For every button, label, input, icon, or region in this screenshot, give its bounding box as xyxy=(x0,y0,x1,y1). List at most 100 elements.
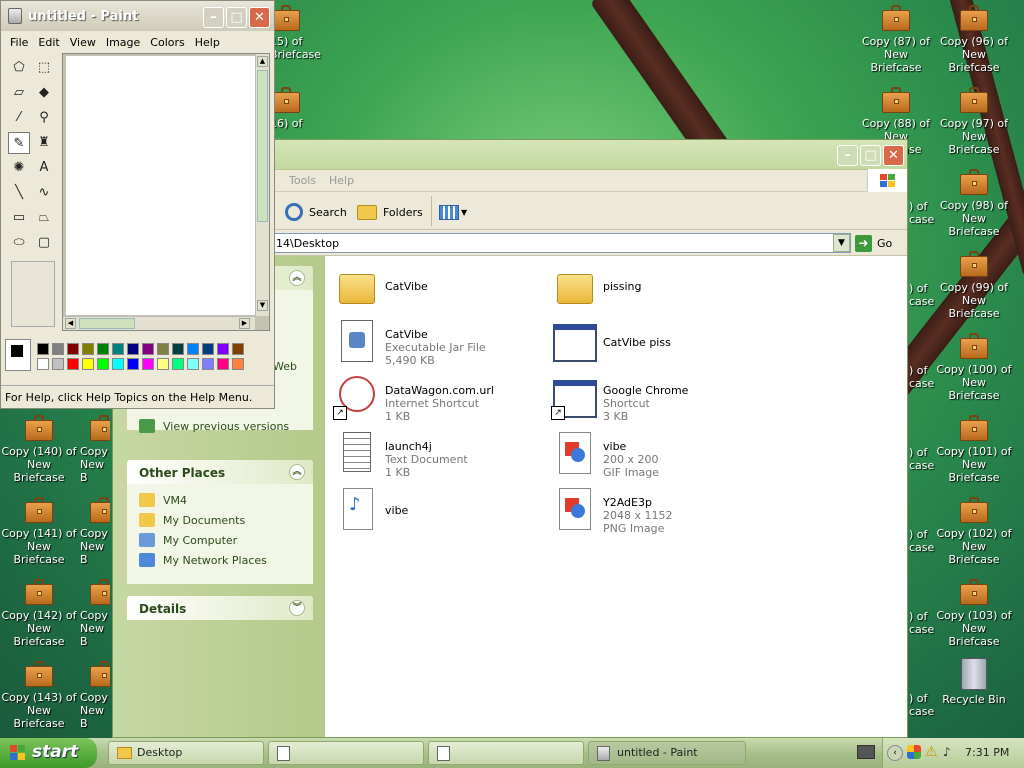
rect-select-icon[interactable]: ⬚ xyxy=(33,57,55,79)
desktop-icon-partial[interactable]: ) of case xyxy=(909,446,935,526)
ellipse-icon[interactable]: ⬭ xyxy=(8,232,30,254)
palette-swatch[interactable] xyxy=(67,358,79,370)
tool-options-box[interactable] xyxy=(11,261,55,327)
magnifier-icon[interactable]: ⚲ xyxy=(33,107,55,129)
clock[interactable]: 7:31 PM xyxy=(965,746,1009,759)
desktop-icon-briefcase[interactable]: Copy (143) of New Briefcase xyxy=(0,656,78,736)
other-places-header[interactable]: Other Places ︽ xyxy=(127,460,313,484)
menu-tools[interactable]: Tools xyxy=(289,174,316,187)
paint-menu-item[interactable]: File xyxy=(5,36,33,49)
other-places-link[interactable]: My Network Places xyxy=(127,550,313,570)
other-places-link[interactable]: VM4 xyxy=(127,490,313,510)
views-button[interactable]: ▼ xyxy=(439,202,469,222)
palette-swatch[interactable] xyxy=(127,343,139,355)
palette-swatch[interactable] xyxy=(172,358,184,370)
menu-help[interactable]: Help xyxy=(329,174,354,187)
eraser-icon[interactable]: ▱ xyxy=(8,82,30,104)
palette-swatch[interactable] xyxy=(232,358,244,370)
palette-swatch[interactable] xyxy=(202,343,214,355)
palette-swatch[interactable] xyxy=(217,343,229,355)
scroll-up-icon[interactable]: ▲ xyxy=(257,56,268,67)
maximize-button[interactable]: □ xyxy=(860,145,881,166)
file-item[interactable]: ↗ DataWagon.com.url Internet Shortcut 1 KB xyxy=(333,374,547,426)
desktop-icon-partial[interactable]: ) of case xyxy=(909,528,935,608)
palette-swatch[interactable] xyxy=(67,343,79,355)
paint-title-bar[interactable]: untitled - Paint – □ ✕ xyxy=(1,1,274,31)
collapse-icon[interactable]: ︽ xyxy=(289,464,305,480)
task-web-link[interactable]: Web xyxy=(273,360,297,373)
pencil-icon[interactable]: ✎ xyxy=(8,132,30,154)
taskbar-button-3[interactable] xyxy=(428,741,584,765)
paint-menu-item[interactable]: Edit xyxy=(33,36,64,49)
desktop-icon-partial[interactable]: 15) of Briefcase xyxy=(270,0,321,80)
rectangle-icon[interactable]: ▭ xyxy=(8,207,30,229)
paint-menu-item[interactable]: Colors xyxy=(145,36,189,49)
palette-swatch[interactable] xyxy=(142,343,154,355)
scroll-down-icon[interactable]: ▼ xyxy=(257,300,268,311)
file-item[interactable]: pissing xyxy=(551,262,765,314)
desktop-icon-partial[interactable]: ) of case xyxy=(909,364,935,444)
palette-swatch[interactable] xyxy=(202,358,214,370)
paint-maximize-button[interactable]: □ xyxy=(226,7,247,28)
search-button[interactable]: Search xyxy=(285,200,347,224)
address-dropdown-icon[interactable]: ▼ xyxy=(833,234,850,252)
close-button[interactable]: ✕ xyxy=(883,145,904,166)
palette-swatch[interactable] xyxy=(172,343,184,355)
line-icon[interactable]: ╲ xyxy=(8,182,30,204)
text-icon[interactable]: A xyxy=(33,157,55,179)
file-item[interactable]: CatVibe piss xyxy=(551,318,765,370)
keyboard-icon[interactable] xyxy=(857,745,875,759)
palette-swatch[interactable] xyxy=(142,358,154,370)
paint-menu-item[interactable]: Image xyxy=(101,36,145,49)
file-item[interactable]: ↗ Google Chrome Shortcut 3 KB xyxy=(551,374,765,426)
vertical-scrollbar[interactable]: ▲ ▼ xyxy=(255,54,269,316)
desktop-icon-briefcase[interactable]: Copy (99) of New Briefcase xyxy=(935,246,1013,326)
palette-swatch[interactable] xyxy=(112,358,124,370)
go-button[interactable]: ➜ Go xyxy=(855,234,892,252)
collapse-icon[interactable]: ︽ xyxy=(289,270,305,286)
other-places-link[interactable]: My Computer xyxy=(127,530,313,550)
palette-swatch[interactable] xyxy=(157,343,169,355)
file-item[interactable]: CatVibe xyxy=(333,262,547,314)
volume-icon[interactable]: ♪ xyxy=(943,745,951,759)
scroll-left-icon[interactable]: ◀ xyxy=(65,318,76,329)
polygon-icon[interactable]: ⏢ xyxy=(33,207,55,229)
palette-swatch[interactable] xyxy=(82,358,94,370)
recycle-bin[interactable]: Recycle Bin xyxy=(935,656,1013,736)
taskbar-button-paint[interactable]: untitled - Paint xyxy=(588,741,746,765)
color-picker-icon[interactable]: ⁄ xyxy=(8,107,30,129)
paint-menu-item[interactable]: Help xyxy=(190,36,225,49)
curve-icon[interactable]: ∿ xyxy=(33,182,55,204)
view-previous-versions-link[interactable]: View previous versions xyxy=(127,416,289,436)
rounded-rect-icon[interactable]: ▢ xyxy=(33,232,55,254)
palette-swatch[interactable] xyxy=(52,343,64,355)
desktop-icon-briefcase[interactable]: Copy (100) of New Briefcase xyxy=(935,328,1013,408)
desktop-icon-briefcase[interactable]: Copy (103) of New Briefcase xyxy=(935,574,1013,654)
details-header[interactable]: Details ︾ xyxy=(127,596,313,620)
desktop-icon-briefcase[interactable]: Copy (98) of New Briefcase xyxy=(935,164,1013,244)
taskbar-button-2[interactable] xyxy=(268,741,424,765)
hscroll-thumb[interactable] xyxy=(79,318,135,329)
desktop-icon-briefcase[interactable]: Copy (97) of New Briefcase xyxy=(935,82,1013,162)
palette-swatch[interactable] xyxy=(217,358,229,370)
desktop-icon-briefcase[interactable]: Copy (102) of New Briefcase xyxy=(935,492,1013,572)
palette-swatch[interactable] xyxy=(127,358,139,370)
file-item[interactable]: vibe 200 x 200 GIF Image xyxy=(551,430,765,482)
address-input[interactable]: 14\Desktop xyxy=(273,233,851,253)
start-button[interactable]: start xyxy=(0,738,97,768)
palette-swatch[interactable] xyxy=(52,358,64,370)
desktop-icon-briefcase[interactable]: Copy (142) of New Briefcase xyxy=(0,574,78,654)
palette-swatch[interactable] xyxy=(97,343,109,355)
desktop-icon-partial[interactable]: ) of case xyxy=(909,610,935,690)
security-center-icon[interactable] xyxy=(907,745,921,759)
brush-icon[interactable]: ♜ xyxy=(33,132,55,154)
file-item[interactable]: CatVibe Executable Jar File 5,490 KB xyxy=(333,318,547,370)
desktop-icon-briefcase[interactable]: Copy (96) of New Briefcase xyxy=(935,0,1013,80)
palette-swatch[interactable] xyxy=(82,343,94,355)
current-colors[interactable] xyxy=(5,339,31,371)
other-places-link[interactable]: My Documents xyxy=(127,510,313,530)
file-item[interactable]: launch4j Text Document 1 KB xyxy=(333,430,547,482)
fill-icon[interactable]: ◆ xyxy=(33,82,55,104)
desktop-icon-partial[interactable]: Copy New B xyxy=(80,410,110,490)
taskbar-button-desktop[interactable]: Desktop xyxy=(108,741,264,765)
